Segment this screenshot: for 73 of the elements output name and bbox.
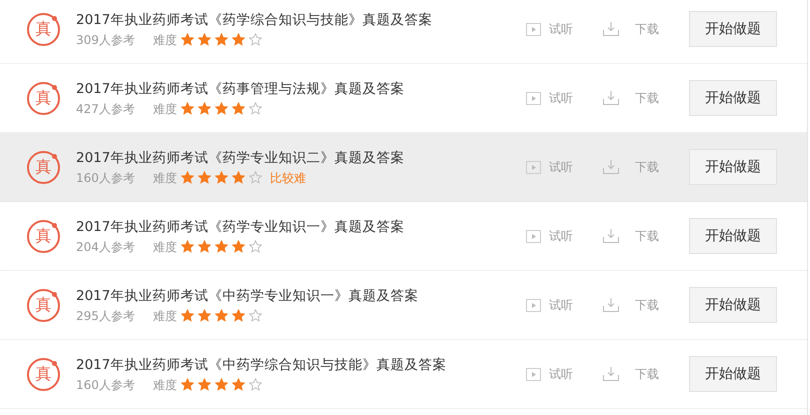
play-icon[interactable]: [526, 160, 541, 174]
star-icon: [215, 102, 228, 115]
start-button[interactable]: 开始做题: [689, 218, 777, 254]
star-icon: [249, 240, 262, 253]
download-icon[interactable]: [603, 298, 619, 312]
exam-title[interactable]: 2017年执业药师考试《中药学综合知识与技能》真题及答案: [76, 356, 526, 374]
play-icon[interactable]: [526, 368, 541, 380]
exam-badge: 真: [27, 12, 60, 46]
exam-title[interactable]: 2017年执业药师考试《药学专业知识二》真题及答案: [76, 148, 526, 166]
download-icon[interactable]: [603, 22, 619, 36]
start-button[interactable]: 开始做题: [689, 11, 777, 47]
download-icon[interactable]: [603, 229, 619, 243]
star-icon: [215, 171, 228, 184]
star-icon: [215, 33, 228, 46]
star-icon: [232, 102, 245, 115]
star-icon: [198, 171, 211, 184]
start-button[interactable]: 开始做题: [689, 149, 777, 185]
star-icon: [181, 33, 194, 46]
difficulty-note: 比较难: [270, 170, 306, 186]
start-button[interactable]: 开始做题: [689, 356, 777, 392]
start-button[interactable]: 开始做题: [689, 287, 777, 323]
exam-title[interactable]: 2017年执业药师考试《药事管理与法规》真题及答案: [76, 80, 526, 98]
play-icon[interactable]: [526, 230, 541, 242]
download-icon[interactable]: [603, 367, 619, 381]
star-icon: [198, 240, 211, 253]
star-icon: [232, 309, 245, 322]
star-icon: [198, 309, 211, 322]
exam-title[interactable]: 2017年执业药师考试《中药学专业知识一》真题及答案: [76, 286, 526, 304]
star-icon: [215, 240, 228, 253]
participant-count: 160人参考: [76, 376, 136, 392]
exam-title[interactable]: 2017年执业药师考试《药学专业知识一》真题及答案: [76, 218, 526, 236]
star-icon: [249, 309, 262, 322]
star-icon: [198, 378, 211, 391]
star-icon: [215, 378, 228, 391]
star-icon: [249, 378, 262, 391]
difficulty-label: 难度: [153, 100, 177, 116]
star-icon: [181, 240, 194, 253]
exam-badge: 真: [27, 288, 60, 322]
star-icon: [181, 378, 194, 391]
exam-badge: 真: [27, 358, 60, 390]
participant-count: 204人参考: [76, 238, 136, 254]
download-icon[interactable]: [603, 91, 619, 105]
difficulty-label: 难度: [153, 170, 177, 186]
download-icon[interactable]: [603, 160, 619, 174]
play-icon[interactable]: [526, 92, 541, 104]
play-icon[interactable]: [526, 22, 541, 36]
exam-badge: 真: [27, 82, 60, 114]
participant-count: 160人参考: [76, 170, 136, 186]
exam-badge: 真: [27, 150, 60, 184]
play-icon[interactable]: [526, 298, 541, 312]
star-icon: [181, 309, 194, 322]
star-icon: [198, 33, 211, 46]
exam-title[interactable]: 2017年执业药师考试《药学综合知识与技能》真题及答案: [76, 10, 526, 28]
participant-count: 309人参考: [76, 32, 136, 48]
participant-count: 427人参考: [76, 100, 136, 116]
star-icon: [249, 171, 262, 184]
star-icon: [249, 33, 262, 46]
star-icon: [198, 102, 211, 115]
star-icon: [232, 240, 245, 253]
star-icon: [232, 171, 245, 184]
star-icon: [232, 378, 245, 391]
star-icon: [181, 102, 194, 115]
difficulty-label: 难度: [153, 238, 177, 254]
exam-badge: 真: [27, 220, 60, 252]
star-icon: [249, 102, 262, 115]
difficulty-label: 难度: [153, 32, 177, 48]
difficulty-label: 难度: [153, 308, 177, 324]
difficulty-label: 难度: [153, 376, 177, 392]
star-icon: [232, 33, 245, 46]
start-button[interactable]: 开始做题: [689, 80, 777, 116]
participant-count: 295人参考: [76, 308, 136, 324]
star-icon: [181, 171, 194, 184]
star-icon: [215, 309, 228, 322]
